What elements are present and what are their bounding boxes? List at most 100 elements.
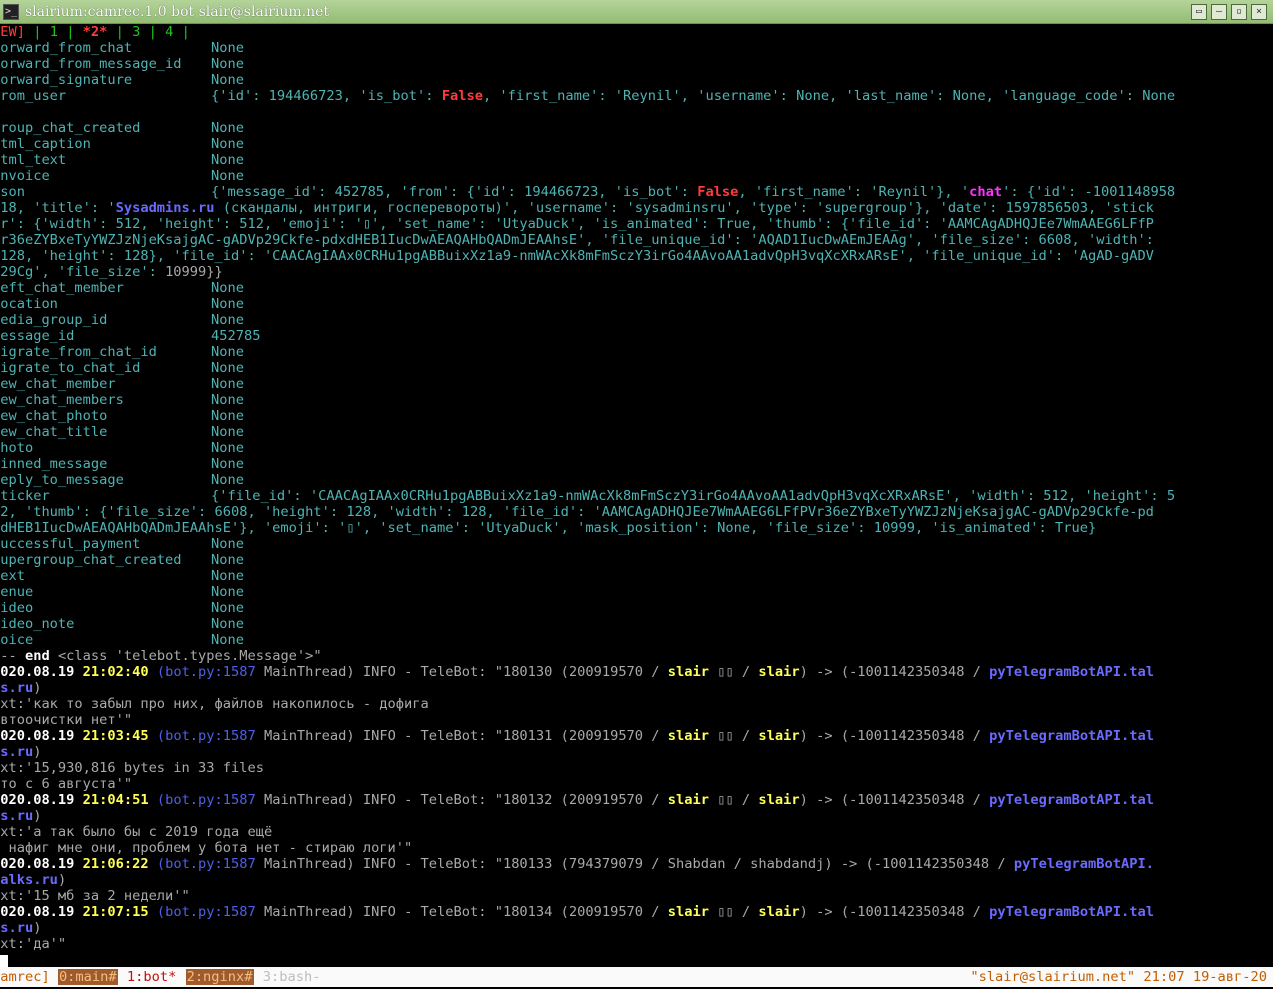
field-key: left_chat_member — [0, 280, 124, 296]
field-value: {'file_id': 'CAACAgIAAx0CRHu1pgABBuixXz1… — [211, 488, 1176, 504]
field-key: from_user — [0, 88, 67, 104]
field-row: invoice None — [0, 168, 1273, 184]
log-source: (bot.py:1587 — [156, 904, 256, 920]
field-row: html_text None — [0, 152, 1273, 168]
text-span: False — [697, 184, 739, 200]
log-message: ext:'15 мб за 2 недели'" — [0, 888, 1273, 904]
log-date: 2020.08.19 — [0, 856, 75, 872]
tmux-window-tab-bot[interactable]: 1:bot* — [126, 969, 177, 985]
wrap-continuation: Vr36eZYBxeTyYWZJzNjeKsajgAC-gADVp29Ckfe-… — [0, 232, 1273, 248]
log-body: ) — [33, 920, 42, 936]
text-span: --- — [0, 648, 17, 664]
field-key: new_chat_members — [0, 392, 124, 408]
log-user: slair — [758, 792, 800, 808]
log-message: ext:'а так было бы с 2019 года ещё — [0, 824, 1273, 840]
log-body: MainThread) INFO - TeleBot: "180132 (200… — [255, 792, 668, 808]
tab-separator: | — [24, 24, 50, 40]
row-content: ext:'а так было бы с 2019 года ещё — [0, 824, 272, 840]
tmux-window-tab-nginx[interactable]: 2:nginx# — [185, 969, 254, 985]
log-chat-link: ks.ru — [0, 680, 34, 696]
field-value: None — [211, 584, 244, 600]
text-span: chat — [969, 184, 1003, 200]
log-body: ) -> (-1001142350348 / — [799, 728, 990, 744]
log-message: ext:'15,930,816 bytes in 33 files — [0, 760, 1273, 776]
field-key: location — [0, 296, 58, 312]
window-title: slairium:camrec.1.0 bot slair@slairium.n… — [25, 3, 330, 20]
row-content: 2020.08.19 21:04:51 (bot.py:1587 MainThr… — [0, 792, 1154, 808]
log-message: а нафиг мне они, проблем у бота нет - ст… — [0, 840, 1273, 856]
log-user: slair — [758, 664, 800, 680]
field-value: None — [211, 120, 244, 136]
text-span: {'id': 194466723, 'is_bot': — [211, 88, 442, 104]
field-row-json: json {'message_id': 452785, 'from': {'id'… — [0, 184, 1273, 200]
log-chat-link: ks.ru — [0, 920, 34, 936]
field-row: new_chat_members None — [0, 392, 1273, 408]
menu-icon[interactable]: ▭ — [1191, 4, 1207, 20]
field-value: None — [211, 136, 244, 152]
field-key: sticker — [0, 488, 50, 504]
field-value: None — [211, 536, 244, 552]
field-key: photo — [0, 440, 34, 456]
field-row: forward_from_message_id None — [0, 56, 1273, 72]
row-content: --- end <class 'telebot.types.Message'>" — [0, 648, 322, 664]
row-content: ext:'15,930,816 bytes in 33 files — [0, 760, 264, 776]
field-value: None — [211, 312, 244, 328]
window-titlebar[interactable]: >_ slairium:camrec.1.0 bot slair@slairiu… — [0, 0, 1273, 24]
field-key: media_group_id — [0, 312, 108, 328]
log-body: MainThread) INFO - TeleBot: "180134 (200… — [255, 904, 668, 920]
row-content: а нафиг мне они, проблем у бота нет - ст… — [0, 840, 412, 856]
row-content: 2020.08.19 21:06:22 (bot.py:1587 MainThr… — [0, 856, 1154, 872]
field-row: message_id 452785 — [0, 328, 1273, 344]
log-entry: 2020.08.19 21:04:51 (bot.py:1587 MainThr… — [0, 792, 1273, 808]
field-value: None — [211, 376, 244, 392]
tab-label: 1 — [49, 24, 58, 40]
tmux-window-tab-main[interactable]: 0:main# — [57, 969, 118, 985]
field-key: group_chat_created — [0, 120, 141, 136]
field-key: new_chat_photo — [0, 408, 108, 424]
field-value: None — [211, 296, 244, 312]
field-row: media_group_id None — [0, 312, 1273, 328]
log-message-text: а нафиг мне они, проблем у бота нет - ст… — [0, 840, 413, 856]
field-row: left_chat_member None — [0, 280, 1273, 296]
field-key: video_note — [0, 616, 75, 632]
minimize-icon[interactable]: – — [1211, 4, 1227, 20]
log-user: slair — [758, 728, 800, 744]
log-message-text: ext:'да'" — [0, 936, 67, 952]
terminal-output[interactable]: NEW] | 1 | *2* | 3 | 4 |forward_from_cha… — [0, 24, 1273, 964]
log-message: ext:'как то забыл про них, файлов накопи… — [0, 696, 1273, 712]
field-row: group_chat_created None — [0, 120, 1273, 136]
log-chat-link: pyTelegramBotAPI.tal — [989, 904, 1154, 920]
field-value: None — [211, 152, 244, 168]
row-content: 128, 'height': 128}, 'file_id': 'CAACAgI… — [0, 248, 1154, 264]
tab-separator: | — [107, 24, 133, 40]
log-body: ) — [33, 744, 42, 760]
log-body: ) -> (-1001142350348 / — [799, 664, 990, 680]
log-chat-link: pyTelegramBotAPI. — [1013, 856, 1154, 872]
field-value: None — [211, 360, 244, 376]
field-row: successful_payment None — [0, 536, 1273, 552]
row-content: NEW] | 1 | *2* | 3 | 4 | — [0, 24, 190, 40]
log-time: 21:03:45 — [82, 728, 149, 744]
tab-label: NEW] — [0, 24, 25, 40]
field-key: supergroup_chat_created — [0, 552, 182, 568]
field-row: html_caption None — [0, 136, 1273, 152]
terminal-icon[interactable]: >_ — [3, 3, 19, 20]
log-message-text: ext:'15,930,816 bytes in 33 files — [0, 760, 264, 776]
log-message-text: ext:'как то забыл про них, файлов накопи… — [0, 696, 429, 712]
restore-icon[interactable]: ▫ — [1231, 4, 1247, 20]
text-span: <class 'telebot.types.Message'>" — [49, 648, 322, 664]
log-time: 21:04:51 — [82, 792, 149, 808]
wrap-continuation: 118, 'title': 'Sysadmins.ru (скандалы, и… — [0, 200, 1273, 216]
close-icon[interactable]: × — [1251, 4, 1267, 20]
tmux-window-tab-bash[interactable]: 3:bash- — [262, 969, 322, 985]
row-content: 2020.08.19 21:02:40 (bot.py:1587 MainThr… — [0, 664, 1154, 680]
session-name: camrec] — [0, 969, 50, 985]
log-body: ▯▯ / — [708, 664, 759, 680]
wrap-continuation: ks.ru) — [0, 744, 1273, 760]
log-body: ) — [57, 872, 67, 888]
log-body: ▯▯ / — [708, 792, 759, 808]
log-entry: 2020.08.19 21:02:40 (bot.py:1587 MainThr… — [0, 664, 1273, 680]
log-time: 21:07:15 — [82, 904, 149, 920]
row-content: это с 6 августа'" — [0, 776, 132, 792]
log-body: ▯▯ / — [708, 728, 759, 744]
